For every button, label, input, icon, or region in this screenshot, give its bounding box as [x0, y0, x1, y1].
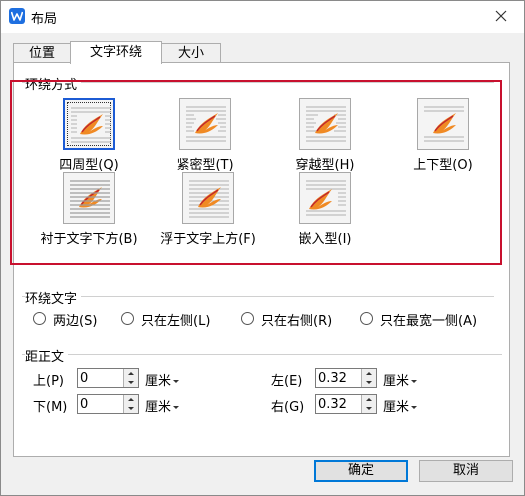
spin-down-icon[interactable]	[362, 378, 376, 387]
wrap-style-tight[interactable]: 紧密型(T)	[142, 98, 262, 178]
distance-right-unit-dropdown[interactable]: 厘米	[383, 396, 418, 415]
distance-bottom-label: 下(M)	[33, 400, 68, 415]
distance-right-input[interactable]	[318, 396, 362, 412]
distance-divider	[22, 354, 502, 355]
wrap-style-divider	[22, 82, 494, 83]
wrap-style-in-front-of-text[interactable]: 浮于文字上方(F)	[145, 172, 265, 252]
distance-top-label: 上(P)	[33, 374, 64, 389]
wrap-inline-icon	[299, 172, 351, 224]
wrap-style-label: 浮于文字上方(F)	[160, 232, 256, 247]
cancel-button[interactable]: 取消	[419, 460, 513, 482]
distance-bottom-input[interactable]	[80, 396, 124, 412]
radio-button[interactable]	[360, 312, 373, 325]
wps-logo-icon	[9, 8, 25, 24]
radio-both-sides[interactable]: 两边(S)	[33, 310, 115, 329]
radio-right-only[interactable]: 只在右侧(R)	[241, 310, 353, 329]
distance-left-spinner[interactable]	[315, 368, 377, 388]
wrap-style-label: 紧密型(T)	[176, 158, 234, 173]
wrap-style-label: 穿越型(H)	[295, 158, 355, 173]
close-icon[interactable]	[492, 7, 510, 25]
wrap-square-icon	[63, 98, 115, 150]
radio-largest-side[interactable]: 只在最宽一侧(A)	[360, 310, 500, 329]
radio-button[interactable]	[121, 312, 134, 325]
distance-right-spinner[interactable]	[315, 394, 377, 414]
wrap-style-label: 衬于文字下方(B)	[40, 232, 138, 247]
distance-left-input[interactable]	[318, 370, 362, 386]
wrap-style-label: 上下型(O)	[413, 158, 473, 173]
title-bar: 布局	[1, 1, 524, 33]
dialog-body: 位置 文字环绕 大小 环绕方式 四周型(Q) 紧密型(T) 穿越型(H) 上下型…	[1, 33, 524, 495]
tab-text-wrapping[interactable]: 文字环绕	[70, 41, 162, 64]
wrap-style-inline[interactable]: 嵌入型(I)	[262, 172, 382, 252]
distance-top-unit-dropdown[interactable]: 厘米	[145, 370, 180, 389]
spin-down-icon[interactable]	[362, 404, 376, 413]
distance-group-label: 距正文	[25, 346, 69, 365]
tab-panel-text-wrapping: 环绕方式 四周型(Q) 紧密型(T) 穿越型(H) 上下型(O) 衬于文字下方(…	[10, 62, 510, 457]
caret-down-icon	[411, 380, 418, 383]
wrap-top-bottom-icon	[417, 98, 469, 150]
window-title: 布局	[31, 12, 58, 27]
wrap-style-label: 四周型(Q)	[59, 158, 119, 173]
layout-dialog: 布局 位置 文字环绕 大小 环绕方式 四周型(Q) 紧密型(T) 穿越型(H) …	[0, 0, 525, 496]
wrap-in-front-icon	[182, 172, 234, 224]
distance-left-label: 左(E)	[271, 374, 303, 389]
distance-top-input[interactable]	[80, 370, 124, 386]
wrap-behind-text-icon	[63, 172, 115, 224]
wrap-style-label: 嵌入型(I)	[298, 232, 352, 247]
ok-button[interactable]: 确定	[314, 460, 408, 482]
wrap-through-icon	[299, 98, 351, 150]
caret-down-icon	[173, 380, 180, 383]
wrap-text-group-label: 环绕文字	[25, 288, 82, 307]
distance-left-unit-dropdown[interactable]: 厘米	[383, 370, 418, 389]
distance-right-label: 右(G)	[271, 400, 305, 415]
wrap-style-group-label: 环绕方式	[25, 74, 82, 93]
radio-button[interactable]	[33, 312, 46, 325]
wrap-style-square[interactable]: 四周型(Q)	[26, 98, 146, 178]
wrap-text-divider	[22, 296, 494, 297]
radio-button[interactable]	[241, 312, 254, 325]
distance-bottom-spinner[interactable]	[77, 394, 139, 414]
caret-down-icon	[173, 406, 180, 409]
wrap-style-through[interactable]: 穿越型(H)	[262, 98, 382, 178]
distance-top-spinner[interactable]	[77, 368, 139, 388]
wrap-tight-icon	[179, 98, 231, 150]
wrap-style-top-bottom[interactable]: 上下型(O)	[380, 98, 500, 178]
spin-down-icon[interactable]	[124, 404, 138, 413]
radio-left-only[interactable]: 只在左侧(L)	[121, 310, 233, 329]
caret-down-icon	[411, 406, 418, 409]
tab-position[interactable]: 位置	[13, 43, 71, 63]
spin-down-icon[interactable]	[124, 378, 138, 387]
distance-bottom-unit-dropdown[interactable]: 厘米	[145, 396, 180, 415]
wrap-style-behind-text[interactable]: 衬于文字下方(B)	[26, 172, 146, 252]
tab-size[interactable]: 大小	[161, 43, 221, 63]
